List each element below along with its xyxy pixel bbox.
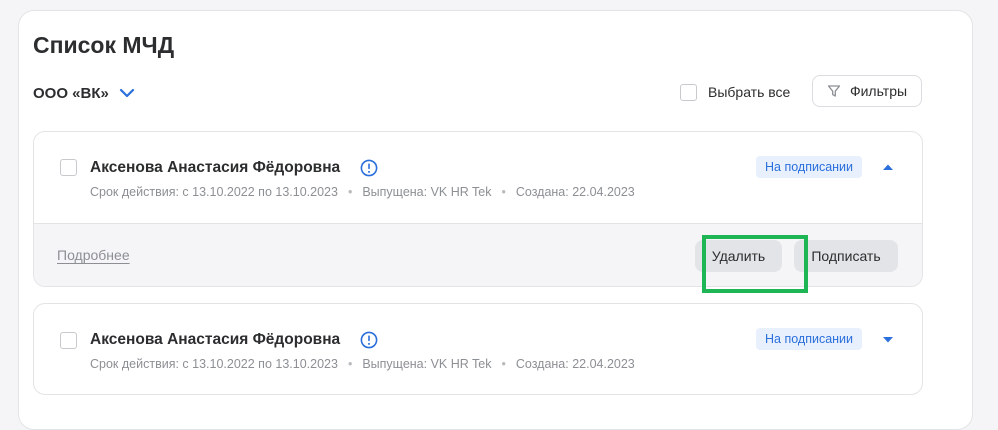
- card-checkbox[interactable]: [60, 159, 77, 176]
- status-badge: На подписании: [756, 328, 863, 350]
- card-actions: Подробнее Удалить Подписать: [34, 223, 922, 286]
- separator-dot: •: [347, 185, 353, 199]
- info-icon[interactable]: [360, 331, 378, 349]
- validity-text: Срок действия: с 13.10.2022 по 13.10.202…: [90, 357, 338, 371]
- person-name: Аксенова Анастасия Фёдоровна: [90, 159, 341, 176]
- card-header: Аксенова Анастасия Фёдоровна Срок действ…: [34, 304, 922, 394]
- select-all-box[interactable]: [680, 83, 697, 101]
- card-meta: Срок действия: с 13.10.2022 по 13.10.202…: [90, 357, 635, 371]
- sign-button[interactable]: Подписать: [794, 240, 898, 272]
- issued-text: Выпущена: VK HR Tek: [362, 185, 492, 199]
- expand-arrow-icon[interactable]: [882, 336, 894, 344]
- organization-label: ООО «ВК»: [33, 84, 109, 102]
- chevron-down-icon: [119, 88, 134, 98]
- created-text: Создана: 22.04.2023: [515, 357, 635, 371]
- filters-label: Фильтры: [849, 83, 908, 99]
- delete-button[interactable]: Удалить: [695, 240, 782, 272]
- separator-dot: •: [501, 357, 506, 371]
- issued-text: Выпущена: VK HR Tek: [362, 357, 492, 371]
- separator-dot: •: [347, 357, 353, 371]
- validity-text: Срок действия: с 13.10.2022 по 13.10.202…: [90, 185, 338, 199]
- person-name: Аксенова Анастасия Фёдоровна: [90, 331, 341, 348]
- card-header: Аксенова Анастасия Фёдоровна Срок действ…: [34, 132, 922, 224]
- collapse-arrow-icon[interactable]: [882, 163, 894, 171]
- details-link[interactable]: Подробнее: [57, 247, 130, 263]
- separator-dot: •: [501, 185, 506, 199]
- mchd-card[interactable]: Аксенова Анастасия Фёдоровна Срок действ…: [33, 131, 923, 287]
- select-all-checkbox[interactable]: Выбрать все: [680, 81, 790, 103]
- card-meta: Срок действия: с 13.10.2022 по 13.10.202…: [90, 185, 635, 199]
- filters-button[interactable]: Фильтры: [812, 75, 922, 107]
- filter-icon: [827, 85, 841, 97]
- page-title: Список МЧД: [33, 32, 175, 58]
- status-badge: На подписании: [756, 156, 863, 178]
- mchd-card[interactable]: Аксенова Анастасия Фёдоровна Срок действ…: [33, 303, 923, 395]
- card-checkbox[interactable]: [60, 332, 77, 349]
- created-text: Создана: 22.04.2023: [515, 185, 635, 199]
- select-all-label: Выбрать все: [708, 84, 791, 100]
- info-icon[interactable]: [360, 159, 378, 177]
- organization-select[interactable]: ООО «ВК»: [33, 82, 135, 104]
